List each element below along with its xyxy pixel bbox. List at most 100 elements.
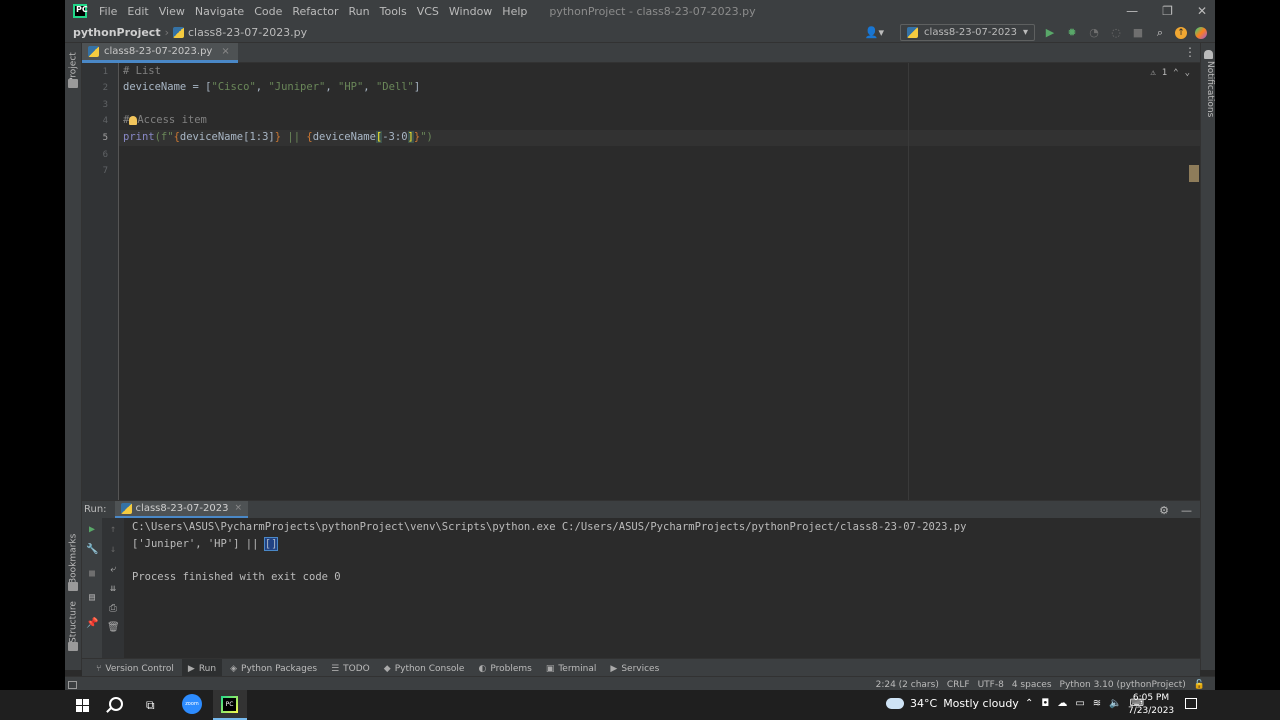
editor-tab[interactable]: class8-23-07-2023.py × (82, 43, 238, 63)
tool-window-bar: ⑂ Version Control ▶ Run ◈ Python Packages ☰… (82, 658, 1200, 679)
menu-edit[interactable]: Edit (127, 5, 148, 18)
menu-code[interactable]: Code (254, 5, 282, 18)
warning-count: 1 (1161, 68, 1168, 78)
stop-icon[interactable]: ■ (1131, 26, 1145, 40)
menu-window[interactable]: Window (449, 5, 492, 18)
menu-refactor[interactable]: Refactor (292, 5, 338, 18)
menu-help[interactable]: Help (502, 5, 527, 18)
menu-tools[interactable]: Tools (380, 5, 407, 18)
line-number: 6 (102, 150, 108, 160)
notification-center-icon[interactable] (1185, 698, 1197, 709)
python-config-icon (907, 27, 919, 38)
volume-icon[interactable]: 🔈 (1109, 698, 1121, 709)
tab-notifications[interactable]: Notifications (1202, 61, 1215, 117)
console-exit-line: Process finished with exit code 0 (132, 571, 341, 583)
menu-view[interactable]: View (159, 5, 185, 18)
debug-icon[interactable]: ✹ (1065, 26, 1079, 40)
pycharm-taskbar-button[interactable] (213, 690, 247, 720)
minimize-button[interactable]: — (1126, 4, 1138, 18)
breadcrumb-file[interactable]: class8-23-07-2023.py (172, 26, 307, 39)
line-number: 7 (102, 166, 108, 176)
pycharm-logo-icon[interactable]: PC (73, 4, 88, 18)
system-clock[interactable]: 6:05 PM 7/23/2023 (1128, 692, 1174, 718)
layout-icon[interactable]: ▤ (86, 592, 98, 604)
weather-description: Mostly cloudy (943, 697, 1019, 710)
run-configuration-label: class8-23-07-2023 (924, 27, 1017, 38)
run-console[interactable]: ▶ 🔧 ■ ▤ 📌 ↑ ↓ ⤶ ⇊ ⎙ 🗑 C:\Users\ASUS\Pych… (82, 518, 1200, 658)
zoom-app-icon[interactable]: zoom (182, 694, 202, 714)
restore-button[interactable]: ❐ (1162, 4, 1173, 18)
code-editor[interactable]: 1 2 3 4 5 6 7 # List deviceName = ["Cisc… (82, 63, 1200, 500)
profile-icon[interactable]: ◌ (1109, 26, 1123, 40)
menu-vcs[interactable]: VCS (417, 5, 439, 18)
stop-icon[interactable]: ■ (86, 568, 98, 580)
close-icon[interactable]: × (221, 46, 229, 57)
pin-icon[interactable]: 📌 (86, 618, 98, 630)
scroll-to-end-icon[interactable]: ⇊ (107, 583, 119, 595)
weather-widget[interactable]: 34°C Mostly cloudy (886, 697, 1019, 710)
run-toolbar-primary: ▶ 🔧 ■ ▤ 📌 (82, 518, 102, 658)
caret-position[interactable]: 2:24 (2 chars) (876, 680, 939, 690)
services-icon: ▶ (610, 663, 618, 674)
down-arrow-icon[interactable]: ↓ (107, 544, 119, 556)
gear-icon[interactable]: ⚙ (1159, 504, 1169, 517)
bell-icon[interactable] (1204, 50, 1213, 59)
console-output-line: ['Juniper', 'HP'] || [] (132, 537, 279, 551)
menu-bar: PC File Edit View Navigate Code Refactor… (65, 0, 1215, 22)
menu-navigate[interactable]: Navigate (195, 5, 244, 18)
run-configuration-select[interactable]: class8-23-07-2023 ▾ (900, 24, 1035, 41)
wrench-icon[interactable]: 🔧 (86, 544, 98, 556)
task-view-icon[interactable]: ⧉ (146, 698, 155, 713)
coverage-icon[interactable]: ◔ (1087, 26, 1101, 40)
close-button[interactable]: ✕ (1197, 4, 1207, 18)
search-icon[interactable]: ⌕ (1153, 26, 1167, 40)
camera-icon[interactable]: ◘ (1041, 698, 1049, 709)
chevron-up-icon[interactable]: ⌃ (1173, 68, 1178, 78)
bookmark-icon[interactable] (68, 582, 78, 591)
more-options-icon[interactable]: ⋮ (1184, 45, 1196, 59)
up-arrow-icon[interactable]: ↑ (107, 524, 119, 536)
chevron-down-icon[interactable]: ⌄ (1185, 68, 1190, 78)
python-file-icon (120, 502, 132, 514)
search-icon[interactable] (109, 697, 123, 711)
code-line-1: # List (123, 65, 161, 77)
battery-icon[interactable]: ▭ (1075, 698, 1084, 709)
python-interpreter[interactable]: Python 3.10 (pythonProject) (1060, 680, 1186, 690)
menu-file[interactable]: File (99, 5, 117, 18)
run-icon: ▶ (187, 663, 195, 674)
right-margin-guide (908, 63, 909, 500)
line-separator[interactable]: CRLF (947, 680, 970, 690)
indent-setting[interactable]: 4 spaces (1012, 680, 1052, 690)
onedrive-icon[interactable]: ☁ (1057, 698, 1067, 709)
windows-start-icon[interactable] (76, 699, 89, 712)
hide-panel-icon[interactable]: — (1181, 504, 1192, 517)
update-icon[interactable]: ↑ (1175, 26, 1187, 39)
chevron-down-icon: ▾ (1022, 27, 1028, 38)
tab-bookmarks[interactable]: Bookmarks (65, 534, 82, 584)
file-encoding[interactable]: UTF-8 (978, 680, 1004, 690)
print-icon[interactable]: ⎙ (107, 603, 119, 615)
wifi-icon[interactable]: ≋ (1093, 698, 1101, 709)
tool-windows-toggle-icon[interactable] (68, 681, 77, 689)
run-icon[interactable]: ▶ (1043, 26, 1057, 40)
close-icon[interactable]: × (234, 503, 242, 513)
folder-icon[interactable] (68, 79, 78, 88)
weather-temperature: 34°C (910, 697, 938, 710)
inspection-widget[interactable]: ⚠ 1 ⌃ ⌄ (1150, 68, 1190, 78)
right-tool-strip: Notifications (1200, 43, 1215, 670)
run-toolbar-secondary: ↑ ↓ ⤶ ⇊ ⎙ 🗑 (102, 518, 124, 658)
chevron-up-icon[interactable]: ⌃ (1025, 698, 1033, 709)
scrollbar-marker[interactable] (1189, 165, 1199, 182)
rerun-icon[interactable]: ▶ (86, 524, 98, 536)
soft-wrap-icon[interactable]: ⤶ (107, 564, 119, 576)
run-panel-actions: ⚙ — (1159, 501, 1192, 519)
trash-icon[interactable]: 🗑 (107, 622, 120, 634)
user-icon[interactable]: 👤▾ (865, 26, 884, 39)
run-tab[interactable]: class8-23-07-2023 × (114, 500, 249, 519)
structure-icon[interactable] (68, 642, 78, 651)
lock-icon[interactable]: 🔓 (1194, 680, 1205, 690)
menu-run[interactable]: Run (349, 5, 370, 18)
breadcrumb-project[interactable]: pythonProject (73, 26, 161, 39)
tab-structure[interactable]: Structure (65, 601, 82, 643)
jetbrains-icon[interactable] (1195, 26, 1207, 39)
